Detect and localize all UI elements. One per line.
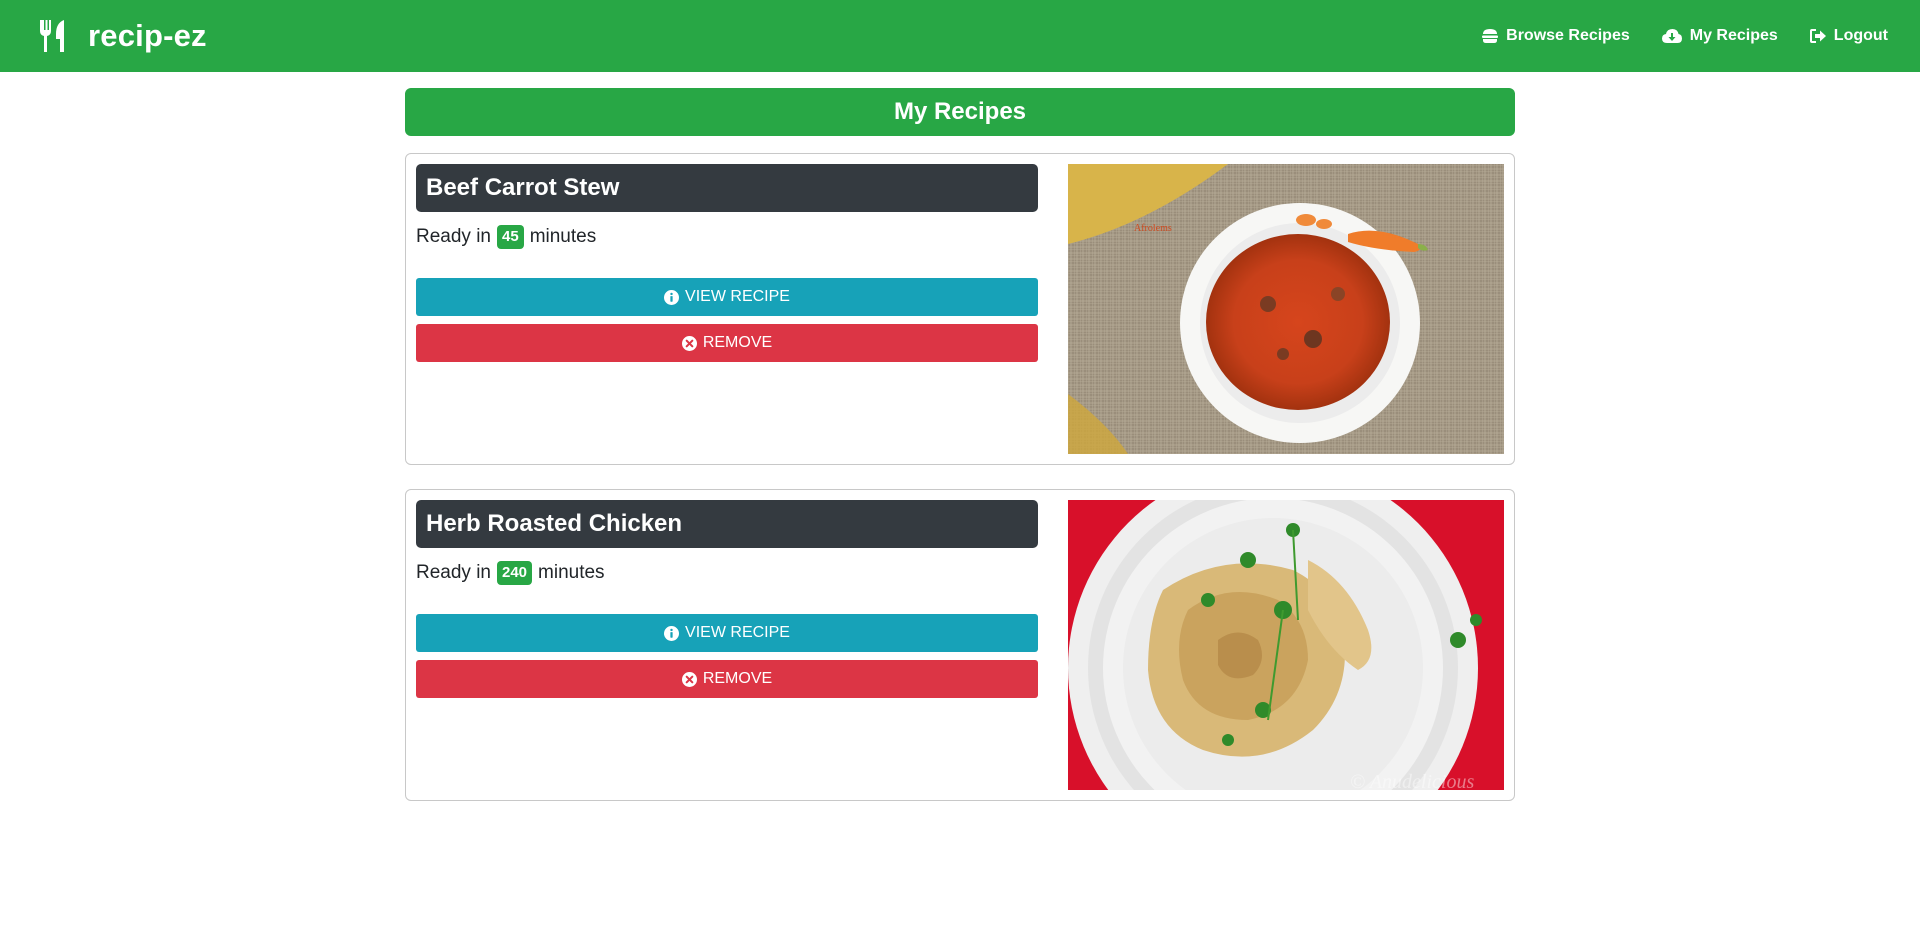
utensils-icon [40,20,64,52]
recipe-card: Herb Roasted Chicken Ready in 240 minute… [405,489,1515,801]
ready-time: Ready in 45 minutes [416,224,1038,250]
view-recipe-label: VIEW RECIPE [685,624,790,641]
recipe-title: Beef Carrot Stew [416,164,1038,212]
remove-label: REMOVE [702,670,773,687]
page-title: My Recipes [405,88,1515,136]
minutes-badge: 45 [497,225,524,249]
nav-links: Browse Recipes My Recipes Logout [1450,27,1888,45]
remove-label: REMOVE [702,334,773,351]
ready-prefix: Ready in [416,226,491,247]
nav-logout-label: Logout [1833,27,1888,44]
minutes-badge: 240 [497,561,533,585]
view-recipe-button[interactable]: VIEW RECIPE [416,278,1038,316]
recipe-card-body: Beef Carrot Stew Ready in 45 minutes VIE… [416,164,1038,362]
times-circle-icon [681,335,697,351]
ready-time: Ready in 240 minutes [416,560,1038,586]
ready-suffix: minutes [538,562,605,583]
sign-out-icon [1809,29,1826,43]
recipe-card: Beef Carrot Stew Ready in 45 minutes VIE… [405,153,1515,465]
recipe-image: Afrolems [1068,164,1504,454]
recipe-image: © Anudelicious [1068,500,1504,790]
remove-button[interactable]: REMOVE [416,324,1038,362]
main-container: My Recipes Beef Carrot Stew Ready in 45 … [405,88,1515,801]
view-recipe-label: VIEW RECIPE [685,288,790,305]
info-circle-icon [664,625,680,641]
info-circle-icon [664,289,680,305]
nav-browse-recipes-label: Browse Recipes [1506,27,1630,44]
image-watermark: Afrolems [1134,223,1172,234]
nav-browse-recipes[interactable]: Browse Recipes [1482,27,1630,45]
recipe-title: Herb Roasted Chicken [416,500,1038,548]
nav-logout[interactable]: Logout [1809,27,1888,45]
remove-button[interactable]: REMOVE [416,660,1038,698]
times-circle-icon [681,671,697,687]
hamburger-icon [1482,29,1499,43]
brand-link[interactable]: recip-ez [38,18,207,54]
cloud-download-icon [1661,29,1682,43]
view-recipe-button[interactable]: VIEW RECIPE [416,614,1038,652]
image-watermark: © Anudelicious [1350,771,1474,790]
navbar: recip-ez Browse Recipes My Recipes Logou… [0,0,1920,72]
nav-my-recipes-label: My Recipes [1689,27,1778,44]
nav-my-recipes[interactable]: My Recipes [1661,27,1778,45]
ready-prefix: Ready in [416,562,491,583]
brand-name: recip-ez [88,18,207,53]
ready-suffix: minutes [529,226,597,247]
recipe-card-body: Herb Roasted Chicken Ready in 240 minute… [416,500,1038,698]
